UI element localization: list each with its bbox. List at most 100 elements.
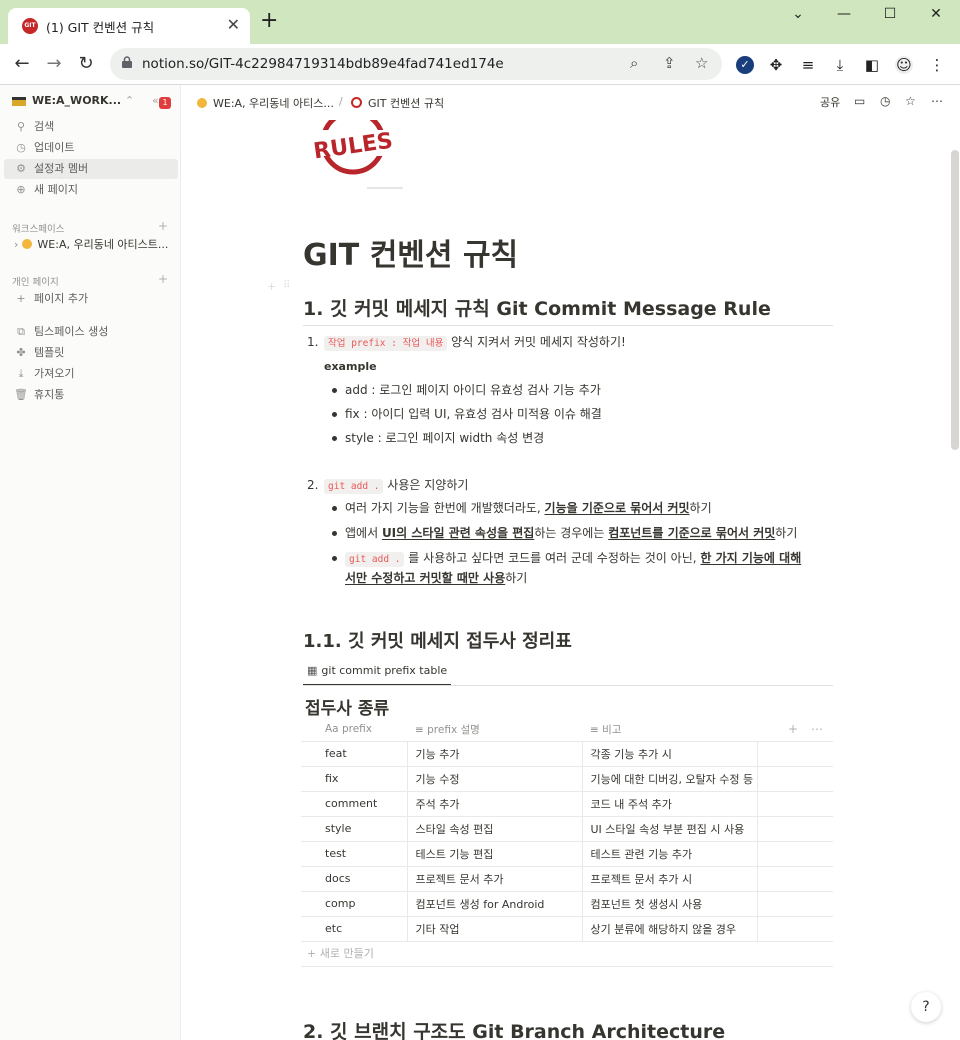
list-item-format[interactable]: 작업 prefix : 작업 내용 양식 지켜서 커밋 메세지 작성하기! — [324, 333, 626, 353]
collapse-sidebar-icon[interactable]: « — [152, 94, 159, 107]
breadcrumb-parent[interactable]: WE:A, 우리동네 아티스... — [197, 95, 334, 111]
extension-check-icon[interactable]: ✓ — [736, 56, 754, 74]
download-icon[interactable]: ⤓ — [831, 56, 849, 74]
page-title[interactable]: GIT 컨벤션 규칙 — [303, 230, 518, 274]
forward-arrow-icon[interactable]: → — [42, 52, 66, 76]
add-workspace-page-icon[interactable]: + — [158, 219, 168, 233]
description-cell[interactable]: 프로젝트 문서 추가 — [407, 866, 583, 892]
side-panel-icon[interactable]: ◧ — [863, 56, 881, 74]
prefix-cell[interactable]: fix — [301, 766, 408, 792]
breadcrumb-current[interactable]: GIT 컨벤션 규칙 — [351, 95, 444, 111]
puzzle-extensions-icon[interactable]: ✥ — [767, 56, 785, 74]
note-cell[interactable]: 코드 내 주석 추가 — [582, 791, 758, 817]
expand-chevron-icon[interactable]: › — [14, 238, 18, 251]
profile-avatar[interactable]: ☺ — [895, 56, 913, 74]
note-cell[interactable]: 각종 기능 추가 시 — [582, 741, 758, 767]
note-cell[interactable]: 상기 분류에 해당하지 않을 경우 — [582, 916, 758, 942]
note-cell[interactable]: 기능에 대한 디버깅, 오탈자 수정 등 — [582, 766, 758, 792]
list-item-git-add[interactable]: git add . 사용은 지양하기 — [324, 476, 468, 496]
close-window-button[interactable]: ✕ — [922, 6, 950, 26]
sidebar-item-new-page[interactable]: ⊕ 새 페이지 — [4, 180, 178, 200]
heading-prefix-table[interactable]: 1.1. 깃 커밋 메세지 접두사 정리표 — [303, 627, 572, 653]
minimize-button[interactable]: — — [830, 6, 858, 26]
share-button[interactable]: 공유 — [820, 94, 840, 110]
db-title[interactable]: 접두사 종류 — [305, 694, 389, 719]
example-item[interactable]: add : 로그인 페이지 아이디 유효성 검사 기능 추가 — [345, 381, 601, 399]
column-header-description[interactable]: ≡ prefix 설명 — [407, 718, 582, 742]
sidebar-item-templates[interactable]: ✤ 템플릿 — [4, 343, 178, 363]
prefix-cell[interactable]: etc — [301, 916, 408, 942]
page-scrollbar[interactable] — [951, 150, 959, 450]
prefix-cell[interactable]: test — [301, 841, 408, 867]
note-cell[interactable]: 테스트 관련 기능 추가 — [582, 841, 758, 867]
reload-icon[interactable]: ↻ — [74, 52, 98, 76]
sidebar-item-create-teamspace[interactable]: ⧉ 팀스페이스 생성 — [4, 322, 178, 342]
column-header-note[interactable]: ≡ 비고 — [582, 718, 757, 742]
table-row[interactable]: comment 주석 추가 코드 내 주석 추가 — [301, 791, 833, 817]
back-arrow-icon[interactable]: ← — [10, 52, 34, 76]
note-cell[interactable]: 프로젝트 문서 추가 시 — [582, 866, 758, 892]
sidebar-item-updates[interactable]: ◷ 업데이트 — [4, 138, 178, 158]
sidebar-item-import[interactable]: ⤓ 가져오기 — [4, 364, 178, 384]
drag-handle-icon[interactable]: ⠿ — [283, 280, 290, 291]
prefix-cell[interactable]: feat — [301, 741, 408, 767]
workspace-switcher[interactable]: WE:A_WORK... ⌃ « — [12, 94, 159, 107]
table-row[interactable]: fix 기능 수정 기능에 대한 디버깅, 오탈자 수정 등 — [301, 766, 833, 792]
table-row[interactable]: docs 프로젝트 문서 추가 프로젝트 문서 추가 시 — [301, 866, 833, 892]
tab-search-chevron-icon[interactable]: ⌄ — [784, 6, 812, 26]
column-header-prefix[interactable]: Aa prefix — [301, 718, 407, 742]
note-cell[interactable]: 컴포넌트 첫 생성시 사용 — [582, 891, 758, 917]
prefix-cell[interactable]: comp — [301, 891, 408, 917]
table-row[interactable]: style 스타일 속성 편집 UI 스타일 속성 부분 편집 시 사용 — [301, 816, 833, 842]
prefix-cell[interactable]: style — [301, 816, 408, 842]
sidebar-item-trash[interactable]: 🗑 휴지통 — [4, 385, 178, 405]
favorite-star-icon[interactable]: ☆ — [905, 94, 916, 108]
bookmark-star-icon[interactable]: ☆ — [695, 54, 708, 72]
description-cell[interactable]: 컴포넌트 생성 for Android — [407, 891, 583, 917]
history-clock-icon[interactable]: ◷ — [880, 94, 890, 108]
comments-icon[interactable]: ▭ — [854, 94, 865, 108]
rule-bullet-3[interactable]: git add . 를 사용하고 싶다면 코드를 여러 군데 수정하는 것이 아… — [345, 549, 825, 587]
zoom-icon[interactable]: ⌕ — [630, 54, 638, 72]
example-item[interactable]: style : 로그인 페이지 width 속성 변경 — [345, 429, 544, 447]
table-row[interactable]: test 테스트 기능 편집 테스트 관련 기능 추가 — [301, 841, 833, 867]
table-row[interactable]: feat 기능 추가 각종 기능 추가 시 — [301, 741, 833, 767]
sidebar-page-wea[interactable]: › WE:A, 우리동네 아티스트... — [4, 235, 178, 255]
maximize-button[interactable]: ☐ — [876, 6, 904, 26]
browser-tab[interactable]: GIT (1) GIT 컨벤션 규칙 ✕ — [8, 8, 250, 44]
note-cell[interactable]: UI 스타일 속성 부분 편집 시 사용 — [582, 816, 758, 842]
description-cell[interactable]: 기타 작업 — [407, 916, 583, 942]
prefix-cell[interactable]: docs — [301, 866, 408, 892]
notification-badge[interactable]: 1 — [159, 97, 171, 109]
example-label: example — [324, 360, 377, 373]
new-tab-button[interactable]: + — [260, 10, 278, 32]
heading-commit-rule[interactable]: 1. 깃 커밋 메세지 규칙 Git Commit Message Rule — [303, 294, 771, 321]
more-options-icon[interactable]: ⋯ — [931, 94, 943, 108]
media-playlist-icon[interactable]: ≡ — [799, 56, 817, 74]
help-button[interactable]: ? — [911, 992, 941, 1022]
description-cell[interactable]: 기능 추가 — [407, 741, 583, 767]
table-row[interactable]: etc 기타 작업 상기 분류에 해당하지 않을 경우 — [301, 916, 833, 942]
address-bar[interactable]: notion.so/GIT-4c22984719314bdb89e4fad741… — [110, 48, 722, 80]
add-private-page-icon[interactable]: + — [158, 272, 168, 286]
teamspace-icon: ⧉ — [17, 325, 25, 338]
block-add-icon[interactable]: + — [267, 280, 276, 293]
sidebar-item-settings[interactable]: ⚙ 설정과 멤버 — [4, 159, 178, 179]
share-icon[interactable]: ⇪ — [663, 54, 676, 72]
tab-close-icon[interactable]: ✕ — [227, 15, 240, 34]
sidebar-add-page[interactable]: + 페이지 추가 — [4, 289, 178, 309]
description-cell[interactable]: 테스트 기능 편집 — [407, 841, 583, 867]
description-cell[interactable]: 기능 수정 — [407, 766, 583, 792]
new-row-button[interactable]: + 새로 만들기 — [307, 945, 374, 961]
description-cell[interactable]: 주석 추가 — [407, 791, 583, 817]
prefix-cell[interactable]: comment — [301, 791, 408, 817]
description-cell[interactable]: 스타일 속성 편집 — [407, 816, 583, 842]
menu-kebab-icon[interactable]: ⋮ — [928, 56, 946, 74]
example-item[interactable]: fix : 아이디 입력 UI, 유효성 검사 미적용 이슈 해결 — [345, 405, 602, 423]
rule-bullet-2[interactable]: 앱에서 UI의 스타일 관련 속성을 편집하는 경우에는 컴포넌트를 기준으로 … — [345, 524, 797, 542]
sidebar-item-search[interactable]: ⚲ 검색 — [4, 117, 178, 137]
db-view-tab[interactable]: ▦ git commit prefix table — [303, 660, 452, 686]
table-row[interactable]: comp 컴포넌트 생성 for Android 컴포넌트 첫 생성시 사용 — [301, 891, 833, 917]
heading-branch-architecture[interactable]: 2. 깃 브랜치 구조도 Git Branch Architecture — [303, 1017, 725, 1040]
rule-bullet-1[interactable]: 여러 가지 기능을 한번에 개발했더라도, 기능을 기준으로 묶어서 커밋하기 — [345, 499, 712, 517]
